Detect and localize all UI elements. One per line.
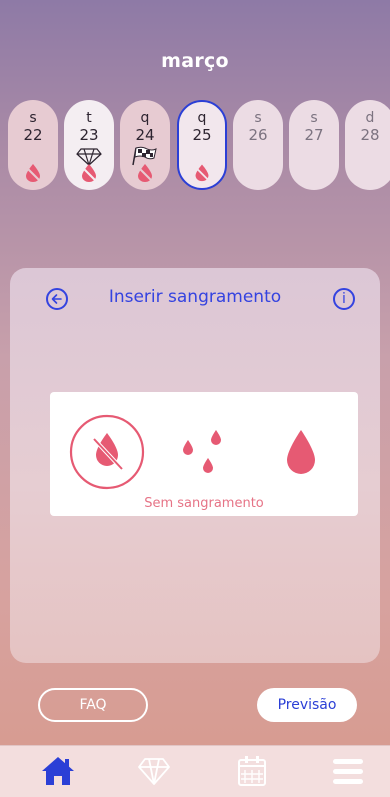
bleeding-drop-icon: [82, 164, 96, 182]
info-icon: i: [342, 291, 346, 307]
menu-icon: [333, 759, 363, 784]
day-letter: q: [197, 110, 207, 126]
spotting-option[interactable]: [178, 428, 230, 480]
day-number: 28: [360, 126, 380, 144]
day-letter: q: [140, 110, 150, 126]
info-button[interactable]: i: [333, 288, 355, 310]
day-26[interactable]: s 26: [233, 100, 283, 190]
day-number: 24: [135, 126, 155, 144]
nav-home[interactable]: [38, 752, 78, 790]
bottom-nav: [0, 745, 390, 797]
day-25[interactable]: q 25: [177, 100, 227, 190]
day-22[interactable]: s 22: [8, 100, 58, 190]
home-icon: [42, 757, 74, 785]
faq-button[interactable]: FAQ: [38, 688, 148, 722]
day-letter: s: [254, 110, 262, 126]
day-letter: s: [29, 110, 37, 126]
day-number: 26: [248, 126, 268, 144]
day-letter: d: [365, 110, 375, 126]
month-title: março: [161, 50, 229, 72]
day-number: 27: [304, 126, 324, 144]
diamond-icon: [138, 758, 170, 785]
nav-menu[interactable]: [328, 752, 368, 790]
day-number: 25: [192, 126, 212, 144]
day-27[interactable]: s 27: [289, 100, 339, 190]
day-letter: s: [310, 110, 318, 126]
day-letter: t: [86, 110, 92, 126]
no-bleeding-option[interactable]: [68, 413, 146, 491]
bleeding-option[interactable]: [284, 428, 318, 478]
day-23[interactable]: t 23: [64, 100, 114, 190]
day-28[interactable]: d 28: [345, 100, 390, 190]
option-caption: Sem sangramento: [144, 496, 264, 511]
day-number: 22: [23, 126, 43, 144]
nav-calendar[interactable]: [232, 752, 272, 790]
week-strip: s 22 t 23 q 24 q 25 s 26 s 27 d 28: [0, 100, 390, 190]
day-24[interactable]: q 24: [120, 100, 170, 190]
day-number: 23: [79, 126, 99, 144]
calendar-icon: [238, 756, 266, 786]
forecast-button[interactable]: Previsão: [257, 688, 357, 722]
nav-diamond[interactable]: [134, 752, 174, 790]
bleeding-drop-icon: [26, 164, 40, 182]
bleeding-drop-icon: [138, 164, 152, 182]
bleeding-drop-icon: [195, 164, 209, 182]
panel-title: Inserir sangramento: [108, 287, 282, 307]
